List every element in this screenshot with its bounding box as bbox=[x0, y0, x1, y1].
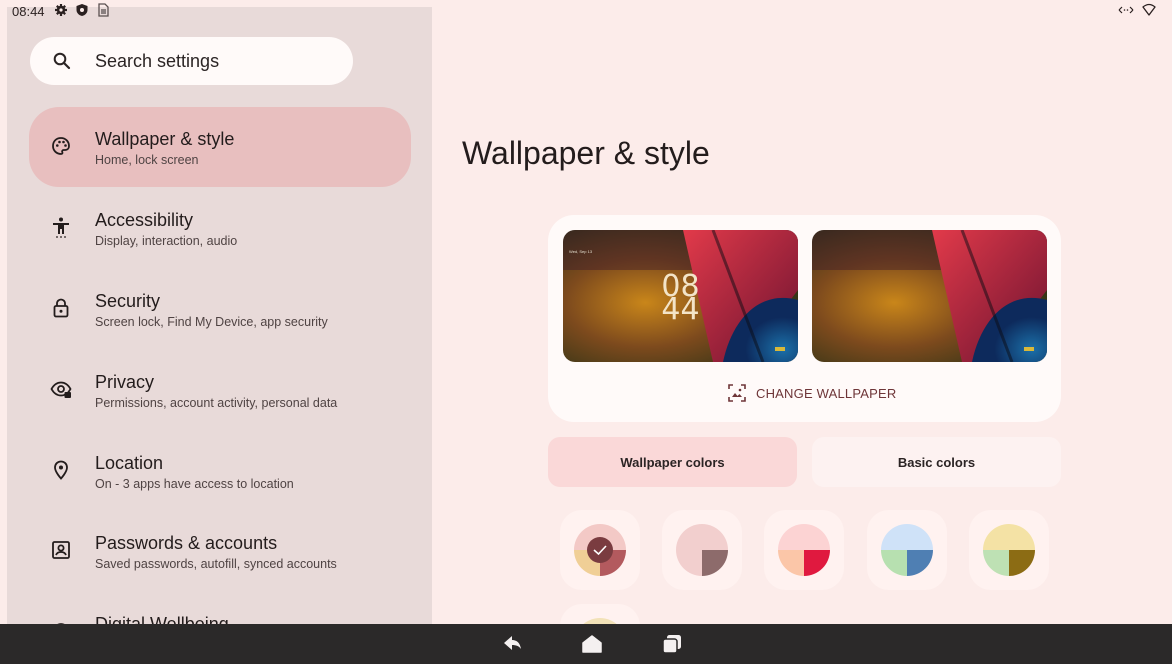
lock-screen-date: Wed, Sep 13 bbox=[569, 249, 593, 254]
color-option-1[interactable] bbox=[560, 510, 640, 590]
color-option-4[interactable] bbox=[867, 510, 947, 590]
menu-item-title: Privacy bbox=[95, 372, 155, 392]
shield-icon bbox=[76, 4, 88, 16]
back-icon[interactable] bbox=[501, 633, 523, 655]
menu-item-subtitle: Saved passwords, autofill, synced accoun… bbox=[95, 557, 337, 571]
color-swatch bbox=[881, 524, 933, 576]
color-swatch bbox=[778, 524, 830, 576]
menu-item-privacy[interactable]: Privacy Permissions, account activity, p… bbox=[29, 350, 411, 430]
gear-icon bbox=[55, 4, 67, 16]
change-wallpaper-label: CHANGE WALLPAPER bbox=[756, 385, 897, 401]
search-icon bbox=[53, 52, 71, 70]
arrows-icon bbox=[1118, 6, 1134, 14]
location-pin-icon bbox=[54, 460, 68, 480]
menu-item-subtitle: On - 3 apps have access to location bbox=[95, 477, 294, 491]
search-settings-bar[interactable]: Search settings bbox=[30, 37, 353, 85]
color-option-5[interactable] bbox=[969, 510, 1049, 590]
search-label: Search settings bbox=[95, 51, 220, 71]
privacy-eye-icon bbox=[50, 381, 72, 398]
change-wallpaper-button[interactable]: CHANGE WALLPAPER bbox=[728, 382, 896, 404]
settings-navigation-pane: Search settings Wallpaper & style Home, … bbox=[7, 7, 432, 624]
menu-item-security[interactable]: Security Screen lock, Find My Device, ap… bbox=[29, 269, 411, 349]
tab-basic-colors[interactable]: Basic colors bbox=[812, 437, 1061, 487]
account-box-icon bbox=[52, 541, 70, 559]
menu-item-title: Location bbox=[95, 453, 164, 473]
lock-screen-preview[interactable]: Wed, Sep 13 08 44 bbox=[563, 230, 798, 362]
menu-item-subtitle: Permissions, account activity, personal … bbox=[95, 396, 338, 410]
home-icon[interactable] bbox=[581, 633, 603, 655]
settings-screen: 08:44 Search settings Wallpaper & style … bbox=[0, 0, 1172, 664]
menu-item-title: Digital Wellbeing bbox=[95, 614, 229, 624]
status-bar: 08:44 bbox=[0, 0, 1172, 22]
menu-item-subtitle: Display, interaction, audio bbox=[95, 234, 238, 248]
lock-icon bbox=[53, 298, 69, 318]
page-title: Wallpaper & style bbox=[462, 135, 710, 171]
menu-item-digital-wellbeing[interactable]: Digital Wellbeing bbox=[29, 592, 411, 624]
color-swatch bbox=[574, 524, 626, 576]
menu-item-wallpaper-style[interactable]: Wallpaper & style Home, lock screen bbox=[29, 107, 411, 187]
wallpaper-preview-card: Wed, Sep 13 08 44 CHANGE WALLPAPER bbox=[548, 215, 1061, 422]
menu-item-title: Passwords & accounts bbox=[95, 533, 278, 553]
tab-wallpaper-colors[interactable]: Wallpaper colors bbox=[548, 437, 797, 487]
clock-minute: 44 bbox=[661, 292, 700, 327]
wallpaper-picker-icon bbox=[728, 384, 746, 402]
wifi-icon bbox=[1142, 3, 1156, 16]
navigation-bar bbox=[0, 624, 1172, 664]
home-screen-preview[interactable] bbox=[812, 230, 1047, 362]
menu-item-subtitle: Home, lock screen bbox=[95, 153, 199, 167]
recents-icon[interactable] bbox=[661, 633, 683, 655]
palette-icon bbox=[52, 137, 70, 155]
color-option-2[interactable] bbox=[662, 510, 742, 590]
color-option-3[interactable] bbox=[764, 510, 844, 590]
wallpaper-image bbox=[812, 230, 1047, 362]
accessibility-icon bbox=[53, 217, 69, 238]
menu-item-title: Accessibility bbox=[95, 210, 194, 230]
sim-icon bbox=[98, 3, 109, 17]
color-swatch bbox=[676, 524, 728, 576]
menu-item-accessibility[interactable]: Accessibility Display, interaction, audi… bbox=[29, 188, 411, 268]
menu-item-title: Security bbox=[95, 291, 161, 311]
status-time: 08:44 bbox=[12, 4, 45, 19]
menu-item-passwords-accounts[interactable]: Passwords & accounts Saved passwords, au… bbox=[29, 511, 411, 591]
color-swatch bbox=[983, 524, 1035, 576]
menu-item-title: Wallpaper & style bbox=[95, 129, 235, 149]
menu-item-location[interactable]: Location On - 3 apps have access to loca… bbox=[29, 431, 411, 511]
lock-screen-clock: 08 44 bbox=[563, 272, 798, 327]
menu-item-subtitle: Screen lock, Find My Device, app securit… bbox=[95, 315, 328, 329]
